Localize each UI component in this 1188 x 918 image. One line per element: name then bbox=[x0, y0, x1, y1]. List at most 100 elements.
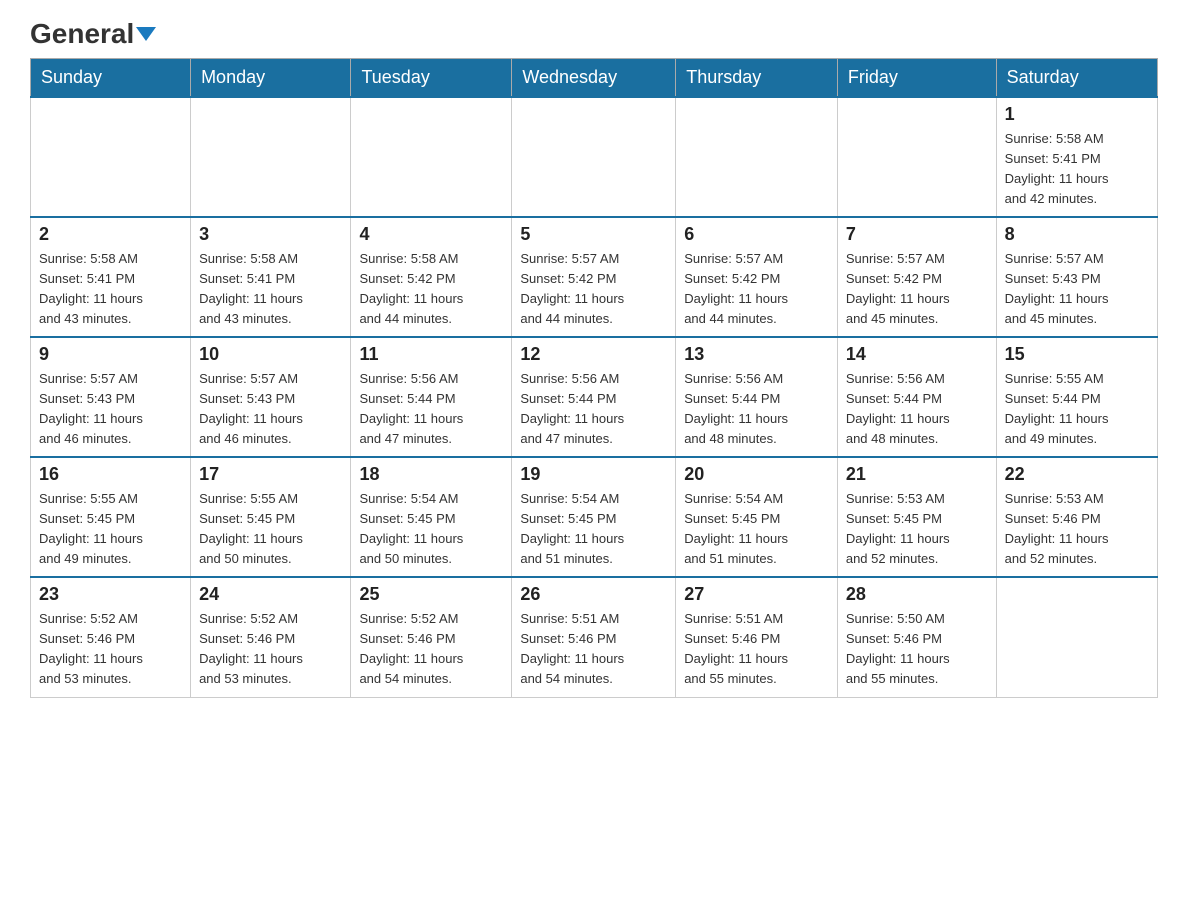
calendar-cell: 28 Sunrise: 5:50 AM Sunset: 5:46 PM Dayli… bbox=[837, 577, 996, 697]
calendar-cell bbox=[31, 97, 191, 217]
day-number: 23 bbox=[39, 584, 182, 605]
day-info: Sunrise: 5:54 AM Sunset: 5:45 PM Dayligh… bbox=[359, 489, 503, 570]
day-info: Sunrise: 5:58 AM Sunset: 5:42 PM Dayligh… bbox=[359, 249, 503, 330]
calendar-cell: 15 Sunrise: 5:55 AM Sunset: 5:44 PM Dayli… bbox=[996, 337, 1157, 457]
calendar-week-row: 2 Sunrise: 5:58 AM Sunset: 5:41 PM Daylig… bbox=[31, 217, 1158, 337]
calendar-cell: 3 Sunrise: 5:58 AM Sunset: 5:41 PM Daylig… bbox=[191, 217, 351, 337]
day-info: Sunrise: 5:56 AM Sunset: 5:44 PM Dayligh… bbox=[846, 369, 988, 450]
weekday-header-wednesday: Wednesday bbox=[512, 59, 676, 98]
calendar-cell: 7 Sunrise: 5:57 AM Sunset: 5:42 PM Daylig… bbox=[837, 217, 996, 337]
day-number: 3 bbox=[199, 224, 342, 245]
weekday-header-tuesday: Tuesday bbox=[351, 59, 512, 98]
calendar-cell: 9 Sunrise: 5:57 AM Sunset: 5:43 PM Daylig… bbox=[31, 337, 191, 457]
day-info: Sunrise: 5:50 AM Sunset: 5:46 PM Dayligh… bbox=[846, 609, 988, 690]
day-number: 9 bbox=[39, 344, 182, 365]
calendar-week-row: 1Sunrise: 5:58 AM Sunset: 5:41 PM Daylig… bbox=[31, 97, 1158, 217]
calendar-cell bbox=[191, 97, 351, 217]
calendar-cell: 2 Sunrise: 5:58 AM Sunset: 5:41 PM Daylig… bbox=[31, 217, 191, 337]
calendar-cell: 19Sunrise: 5:54 AM Sunset: 5:45 PM Dayli… bbox=[512, 457, 676, 577]
calendar-cell: 6Sunrise: 5:57 AM Sunset: 5:42 PM Daylig… bbox=[676, 217, 838, 337]
day-info: Sunrise: 5:56 AM Sunset: 5:44 PM Dayligh… bbox=[520, 369, 667, 450]
day-number: 15 bbox=[1005, 344, 1149, 365]
calendar-week-row: 16 Sunrise: 5:55 AM Sunset: 5:45 PM Dayli… bbox=[31, 457, 1158, 577]
day-number: 10 bbox=[199, 344, 342, 365]
calendar-cell bbox=[351, 97, 512, 217]
calendar-cell: 22 Sunrise: 5:53 AM Sunset: 5:46 PM Dayli… bbox=[996, 457, 1157, 577]
day-number: 19 bbox=[520, 464, 667, 485]
day-number: 28 bbox=[846, 584, 988, 605]
day-number: 4 bbox=[359, 224, 503, 245]
calendar-cell: 25 Sunrise: 5:52 AM Sunset: 5:46 PM Dayli… bbox=[351, 577, 512, 697]
calendar-cell: 21 Sunrise: 5:53 AM Sunset: 5:45 PM Dayli… bbox=[837, 457, 996, 577]
day-info: Sunrise: 5:57 AM Sunset: 5:43 PM Dayligh… bbox=[1005, 249, 1149, 330]
calendar-cell: 24Sunrise: 5:52 AM Sunset: 5:46 PM Dayli… bbox=[191, 577, 351, 697]
calendar-cell: 12 Sunrise: 5:56 AM Sunset: 5:44 PM Dayli… bbox=[512, 337, 676, 457]
day-number: 5 bbox=[520, 224, 667, 245]
day-info: Sunrise: 5:51 AM Sunset: 5:46 PM Dayligh… bbox=[684, 609, 829, 690]
calendar-table: SundayMondayTuesdayWednesdayThursdayFrid… bbox=[30, 58, 1158, 698]
day-number: 13 bbox=[684, 344, 829, 365]
calendar-header-row: SundayMondayTuesdayWednesdayThursdayFrid… bbox=[31, 59, 1158, 98]
calendar-cell: 4 Sunrise: 5:58 AM Sunset: 5:42 PM Daylig… bbox=[351, 217, 512, 337]
day-info: Sunrise: 5:56 AM Sunset: 5:44 PM Dayligh… bbox=[684, 369, 829, 450]
weekday-header-saturday: Saturday bbox=[996, 59, 1157, 98]
day-number: 11 bbox=[359, 344, 503, 365]
calendar-week-row: 23 Sunrise: 5:52 AM Sunset: 5:46 PM Dayli… bbox=[31, 577, 1158, 697]
day-info: Sunrise: 5:57 AM Sunset: 5:42 PM Dayligh… bbox=[520, 249, 667, 330]
weekday-header-sunday: Sunday bbox=[31, 59, 191, 98]
calendar-cell: 14 Sunrise: 5:56 AM Sunset: 5:44 PM Dayli… bbox=[837, 337, 996, 457]
day-info: Sunrise: 5:58 AM Sunset: 5:41 PM Dayligh… bbox=[1005, 129, 1149, 210]
calendar-cell: 16 Sunrise: 5:55 AM Sunset: 5:45 PM Dayli… bbox=[31, 457, 191, 577]
day-number: 20 bbox=[684, 464, 829, 485]
day-number: 26 bbox=[520, 584, 667, 605]
day-info: Sunrise: 5:58 AM Sunset: 5:41 PM Dayligh… bbox=[199, 249, 342, 330]
calendar-cell: 18 Sunrise: 5:54 AM Sunset: 5:45 PM Dayli… bbox=[351, 457, 512, 577]
logo-arrow-icon bbox=[136, 27, 156, 41]
day-info: Sunrise: 5:57 AM Sunset: 5:42 PM Dayligh… bbox=[846, 249, 988, 330]
day-number: 17 bbox=[199, 464, 342, 485]
day-info: Sunrise: 5:57 AM Sunset: 5:43 PM Dayligh… bbox=[199, 369, 342, 450]
day-info: Sunrise: 5:53 AM Sunset: 5:45 PM Dayligh… bbox=[846, 489, 988, 570]
day-number: 25 bbox=[359, 584, 503, 605]
logo-text-general: General bbox=[30, 20, 134, 48]
day-info: Sunrise: 5:57 AM Sunset: 5:43 PM Dayligh… bbox=[39, 369, 182, 450]
calendar-cell: 8Sunrise: 5:57 AM Sunset: 5:43 PM Daylig… bbox=[996, 217, 1157, 337]
calendar-cell: 13 Sunrise: 5:56 AM Sunset: 5:44 PM Dayli… bbox=[676, 337, 838, 457]
logo: General bbox=[30, 20, 156, 48]
day-info: Sunrise: 5:55 AM Sunset: 5:45 PM Dayligh… bbox=[199, 489, 342, 570]
day-number: 22 bbox=[1005, 464, 1149, 485]
day-number: 12 bbox=[520, 344, 667, 365]
calendar-cell: 5 Sunrise: 5:57 AM Sunset: 5:42 PM Daylig… bbox=[512, 217, 676, 337]
weekday-header-monday: Monday bbox=[191, 59, 351, 98]
day-number: 2 bbox=[39, 224, 182, 245]
calendar-cell: 23 Sunrise: 5:52 AM Sunset: 5:46 PM Dayli… bbox=[31, 577, 191, 697]
calendar-cell bbox=[512, 97, 676, 217]
calendar-cell: 17 Sunrise: 5:55 AM Sunset: 5:45 PM Dayli… bbox=[191, 457, 351, 577]
day-number: 18 bbox=[359, 464, 503, 485]
calendar-cell: 20 Sunrise: 5:54 AM Sunset: 5:45 PM Dayli… bbox=[676, 457, 838, 577]
calendar-cell: 26 Sunrise: 5:51 AM Sunset: 5:46 PM Dayli… bbox=[512, 577, 676, 697]
calendar-cell: 11 Sunrise: 5:56 AM Sunset: 5:44 PM Dayli… bbox=[351, 337, 512, 457]
calendar-week-row: 9 Sunrise: 5:57 AM Sunset: 5:43 PM Daylig… bbox=[31, 337, 1158, 457]
calendar-cell bbox=[676, 97, 838, 217]
day-info: Sunrise: 5:55 AM Sunset: 5:45 PM Dayligh… bbox=[39, 489, 182, 570]
day-info: Sunrise: 5:53 AM Sunset: 5:46 PM Dayligh… bbox=[1005, 489, 1149, 570]
day-number: 16 bbox=[39, 464, 182, 485]
calendar-cell bbox=[996, 577, 1157, 697]
day-number: 27 bbox=[684, 584, 829, 605]
weekday-header-friday: Friday bbox=[837, 59, 996, 98]
day-info: Sunrise: 5:55 AM Sunset: 5:44 PM Dayligh… bbox=[1005, 369, 1149, 450]
calendar-cell bbox=[837, 97, 996, 217]
day-info: Sunrise: 5:52 AM Sunset: 5:46 PM Dayligh… bbox=[39, 609, 182, 690]
day-info: Sunrise: 5:51 AM Sunset: 5:46 PM Dayligh… bbox=[520, 609, 667, 690]
day-info: Sunrise: 5:58 AM Sunset: 5:41 PM Dayligh… bbox=[39, 249, 182, 330]
day-number: 14 bbox=[846, 344, 988, 365]
day-number: 21 bbox=[846, 464, 988, 485]
day-number: 6 bbox=[684, 224, 829, 245]
day-info: Sunrise: 5:54 AM Sunset: 5:45 PM Dayligh… bbox=[684, 489, 829, 570]
calendar-cell: 10 Sunrise: 5:57 AM Sunset: 5:43 PM Dayli… bbox=[191, 337, 351, 457]
day-info: Sunrise: 5:52 AM Sunset: 5:46 PM Dayligh… bbox=[199, 609, 342, 690]
day-info: Sunrise: 5:52 AM Sunset: 5:46 PM Dayligh… bbox=[359, 609, 503, 690]
day-number: 7 bbox=[846, 224, 988, 245]
day-info: Sunrise: 5:56 AM Sunset: 5:44 PM Dayligh… bbox=[359, 369, 503, 450]
